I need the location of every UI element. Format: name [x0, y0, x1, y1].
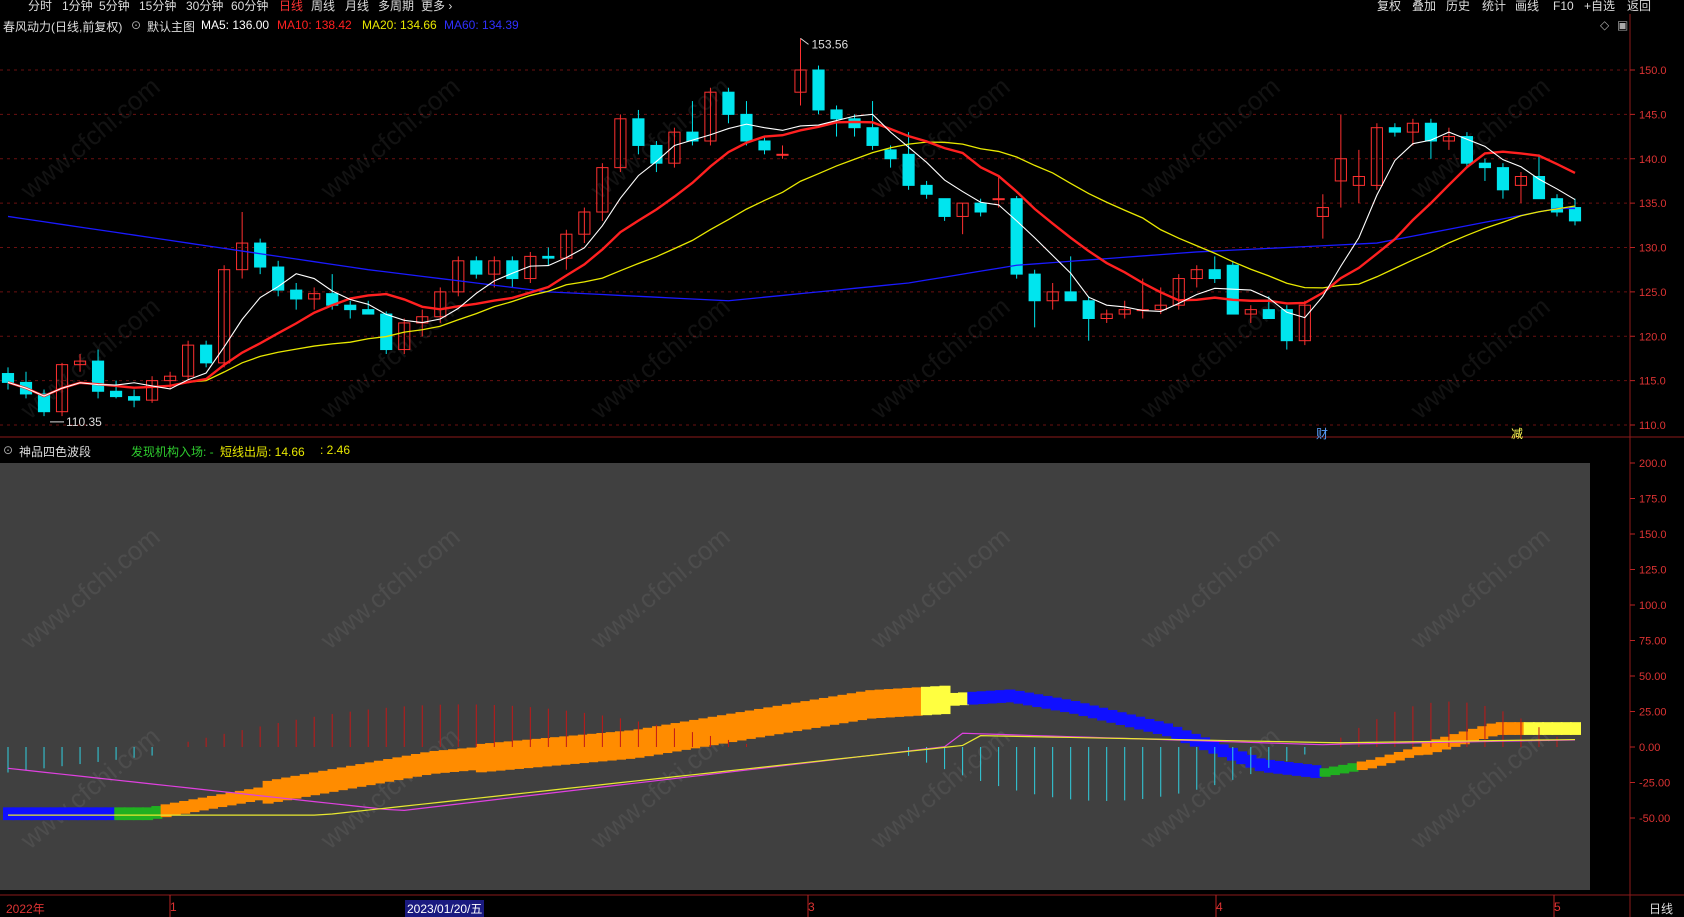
sub-ytick-label: 125.0 — [1639, 565, 1667, 577]
axis-month-5: 5 — [1554, 900, 1561, 914]
candle-body — [632, 118, 645, 146]
candle-body — [758, 140, 771, 151]
candle-body — [848, 118, 861, 129]
candle-body — [812, 69, 825, 111]
candle-body — [91, 360, 105, 392]
candle-body — [344, 304, 357, 311]
candle-body — [776, 153, 789, 156]
sub-ytick-label: 175.0 — [1639, 494, 1667, 506]
sub-ytick-label: 200.0 — [1639, 458, 1667, 470]
watermark-text: www.cfchi.com — [1134, 71, 1286, 205]
sub-ytick-label: 0.00 — [1639, 742, 1660, 754]
watermark-text: www.cfchi.com — [14, 291, 166, 425]
candle-body — [200, 344, 213, 364]
watermark-text: www.cfchi.com — [584, 71, 736, 205]
candle-body — [902, 153, 915, 186]
ma5-line — [7, 113, 1576, 397]
candle-body — [1064, 291, 1077, 302]
candle-body — [1, 373, 15, 383]
candle-body — [1568, 207, 1582, 222]
candle-body — [380, 313, 393, 351]
candle-body — [866, 127, 879, 146]
candle-body — [884, 149, 897, 160]
main-ytick-label: 115.0 — [1639, 376, 1666, 388]
candle-body — [109, 390, 123, 398]
candle-body — [740, 113, 753, 142]
candle-body — [830, 109, 843, 120]
ma10-line — [7, 120, 1576, 398]
candles-group — [1, 38, 1582, 417]
candle-body — [974, 202, 987, 213]
sub-ytick-label: 50.00 — [1639, 671, 1667, 683]
candle-body — [1010, 198, 1023, 275]
main-ytick-label: 140.0 — [1639, 154, 1667, 166]
watermark-text: www.cfchi.com — [864, 71, 1016, 205]
candle-body — [920, 184, 933, 195]
low-marker-label: 110.35 — [66, 415, 102, 429]
ma60-line — [7, 207, 1575, 302]
axis-month-1: 1 — [170, 900, 177, 914]
axis-month-3: 3 — [808, 900, 815, 914]
candle-body — [1478, 162, 1492, 169]
watermark-text: www.cfchi.com — [14, 71, 166, 205]
watermark-text: www.cfchi.com — [864, 291, 1016, 425]
sub-ytick-label: -25.00 — [1639, 778, 1670, 790]
candle-body — [1082, 300, 1095, 319]
candle-body — [938, 198, 951, 217]
candle-body — [1280, 309, 1293, 342]
candle-body — [650, 144, 663, 164]
axis-cursor-date: 2023/01/20/五 — [405, 900, 485, 917]
candle-body — [254, 242, 267, 268]
time-axis: 2022年 1 2023/01/20/五 3 4 5 日线 — [0, 897, 1684, 917]
candle-body — [1262, 309, 1275, 319]
candle-body — [542, 255, 555, 259]
axis-period[interactable]: 日线 — [1649, 900, 1673, 917]
candle-body — [470, 260, 483, 275]
main-ytick-label: 150.0 — [1639, 65, 1667, 77]
sub-ytick-label: 25.00 — [1639, 707, 1667, 719]
candle-body — [992, 198, 1005, 201]
candle-body — [127, 396, 141, 401]
candle-body — [722, 91, 735, 115]
ma20-line — [7, 141, 1576, 397]
sub-ytick-label: 150.0 — [1639, 529, 1667, 541]
sub-ytick-label: 100.0 — [1639, 600, 1667, 612]
reduce-tag: 减 — [1511, 427, 1523, 441]
chart-canvas[interactable]: 150.0 145.0 140.0 135.0 130.0 125.0 120.0 115.0… — [0, 0, 1684, 917]
main-ytick-label: 130.0 — [1639, 243, 1667, 255]
main-ytick-label: 145.0 — [1639, 109, 1667, 121]
ribbon-seg — [1570, 722, 1581, 735]
candle-body — [1388, 127, 1401, 133]
axis-month-4: 4 — [1216, 900, 1223, 914]
watermark-text: www.cfchi.com — [1404, 291, 1556, 425]
sub-ytick-label: 75.00 — [1639, 636, 1667, 648]
watermark-text: www.cfchi.com — [584, 291, 736, 425]
main-ytick-label: 135.0 — [1639, 198, 1667, 210]
candle-body — [1496, 167, 1510, 191]
main-ytick-label: 120.0 — [1639, 331, 1667, 343]
candle-body — [1532, 176, 1546, 200]
main-ytick-label: 125.0 — [1639, 287, 1667, 299]
candle-body — [1028, 273, 1041, 302]
candle-body — [506, 260, 519, 280]
candle-body — [362, 309, 375, 315]
candle-body — [1208, 269, 1221, 280]
sub-ytick-label: -50.00 — [1639, 813, 1670, 825]
watermark-text: www.cfchi.com — [314, 71, 466, 205]
finance-tag: 财 — [1316, 427, 1328, 441]
indicator-pane — [0, 463, 1590, 890]
high-marker-label: 153.56 — [812, 37, 849, 51]
watermark-text: www.cfchi.com — [314, 291, 466, 425]
high-marker-line — [800, 38, 809, 45]
axis-year: 2022年 — [6, 902, 45, 916]
candle-body — [290, 289, 303, 300]
main-ytick-label: 110.0 — [1639, 420, 1666, 432]
